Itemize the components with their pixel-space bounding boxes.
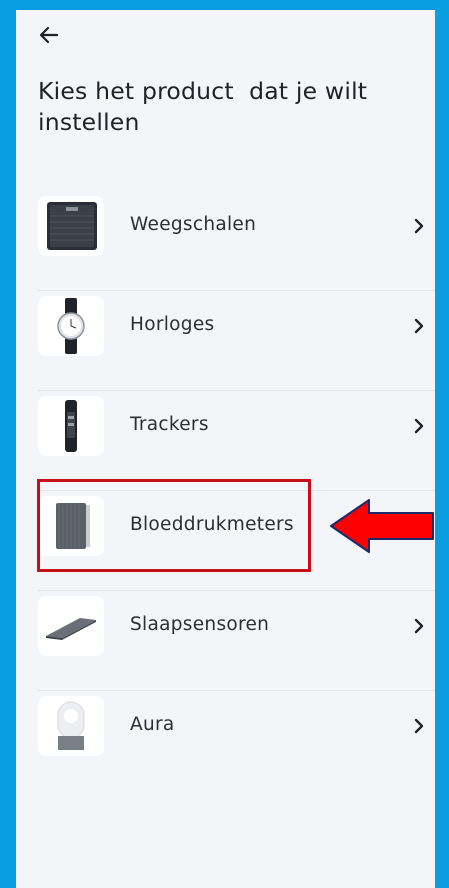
chevron-right-icon: [414, 718, 424, 734]
arrow-left-annotation-icon: [330, 499, 434, 553]
chevron-right-icon: [414, 218, 424, 234]
chevron-right-icon: [414, 618, 424, 634]
product-label: Bloeddrukmeters: [130, 514, 294, 535]
sleep-sensor-icon: [38, 596, 104, 656]
product-item-horloges[interactable]: Horloges: [38, 291, 435, 391]
product-label: Aura: [130, 714, 175, 735]
app-screen: Kies het product dat je wilt instellen W…: [16, 10, 435, 888]
product-item-weegschalen[interactable]: Weegschalen: [38, 191, 435, 291]
page-title: Kies het product dat je wilt instellen: [38, 77, 368, 136]
chevron-right-icon: [414, 418, 424, 434]
chevron-right-icon: [414, 318, 424, 334]
scale-icon: [38, 196, 104, 256]
blood-pressure-monitor-icon: [38, 496, 104, 556]
product-label: Slaapsensoren: [130, 614, 270, 635]
product-item-aura[interactable]: Aura: [38, 691, 435, 790]
tracker-icon: [38, 396, 104, 456]
product-label: Horloges: [130, 314, 215, 335]
product-label: Weegschalen: [130, 214, 257, 235]
arrow-left-icon[interactable]: [38, 24, 60, 46]
product-label: Trackers: [130, 414, 209, 435]
watch-icon: [38, 296, 104, 356]
product-item-slaapsensoren[interactable]: Slaapsensoren: [38, 591, 435, 691]
product-list: Weegschalen Horloges Trackers Bloeddrukm…: [38, 191, 435, 790]
product-item-trackers[interactable]: Trackers: [38, 391, 435, 491]
aura-lamp-icon: [38, 696, 104, 756]
